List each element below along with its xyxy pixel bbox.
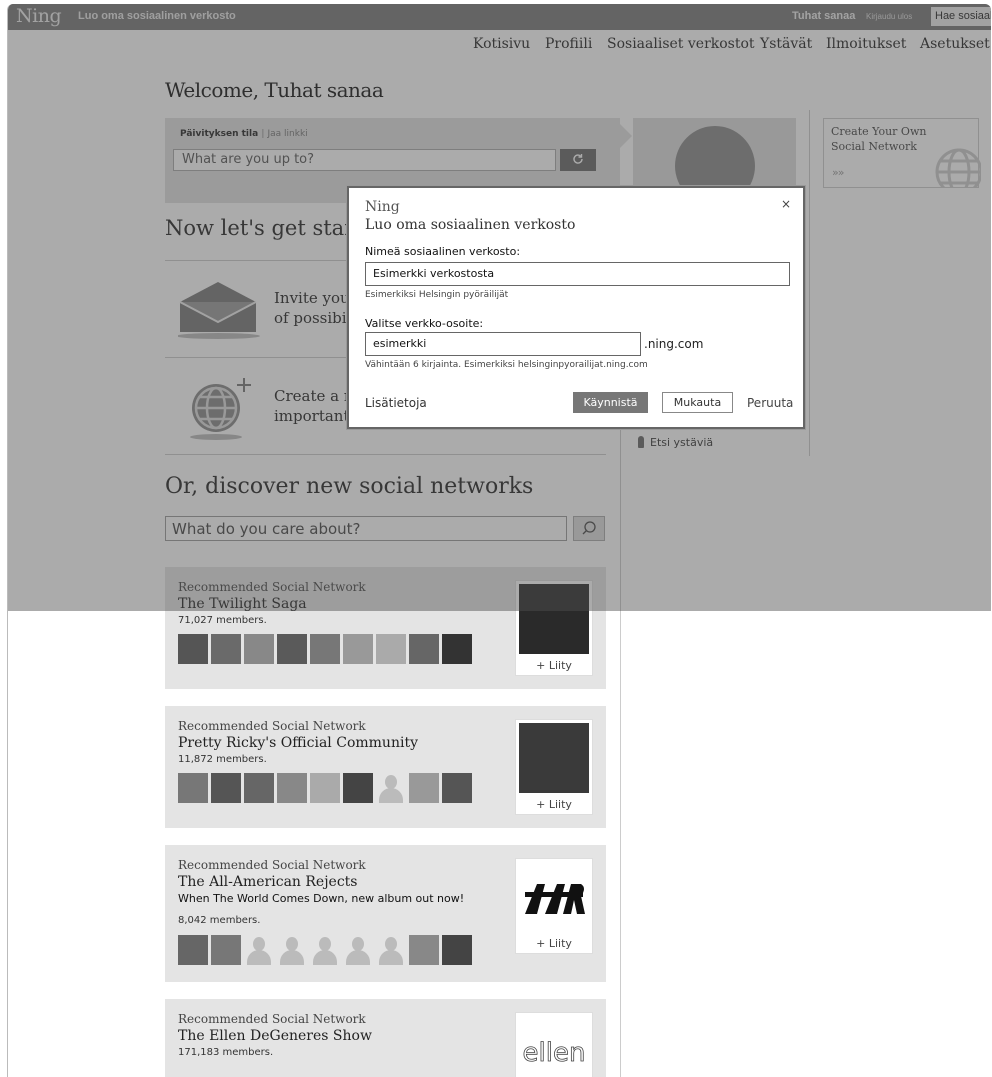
member-avatar[interactable] xyxy=(343,634,373,664)
member-count: 11,872 members. xyxy=(178,754,267,765)
browser-page: Ning Luo oma sosiaalinen verkosto Tuhat … xyxy=(7,4,991,1077)
member-avatar[interactable] xyxy=(178,634,208,664)
close-icon[interactable]: × xyxy=(781,197,791,211)
network-description: When The World Comes Down, new album out… xyxy=(178,892,465,905)
network-name[interactable]: The All-American Rejects xyxy=(178,874,357,890)
create-network-dialog: Ning Luo oma sosiaalinen verkosto × Nime… xyxy=(347,186,805,429)
member-avatar[interactable] xyxy=(376,634,406,664)
member-avatar[interactable] xyxy=(409,935,439,965)
network-name-label: Nimeä sosiaalinen verkosto: xyxy=(365,245,521,258)
member-avatar[interactable] xyxy=(178,773,208,803)
member-avatar[interactable] xyxy=(409,773,439,803)
member-avatar[interactable] xyxy=(442,634,472,664)
join-button[interactable]: + Liity xyxy=(516,937,592,950)
ellen-logo: ellen xyxy=(522,1038,586,1069)
network-url-hint: Vähintään 6 kirjainta. Esimerkiksi helsi… xyxy=(365,360,648,370)
card-kicker: Recommended Social Network xyxy=(178,858,366,872)
customize-button[interactable]: Mukauta xyxy=(662,392,733,413)
card-kicker: Recommended Social Network xyxy=(178,719,366,733)
network-card[interactable]: Recommended Social Network Pretty Ricky'… xyxy=(165,706,606,828)
network-name-input[interactable]: Esimerkki verkostosta xyxy=(365,262,790,286)
join-button[interactable]: + Liity xyxy=(516,659,592,672)
more-info-link[interactable]: Lisätietoja xyxy=(365,396,427,410)
member-thumbnails xyxy=(178,773,472,803)
member-avatar[interactable] xyxy=(277,935,307,965)
member-avatar[interactable] xyxy=(244,773,274,803)
member-avatar[interactable] xyxy=(211,634,241,664)
member-avatar[interactable] xyxy=(211,773,241,803)
network-cover[interactable]: ellen xyxy=(515,1012,593,1077)
cover-image xyxy=(519,862,589,932)
member-avatar[interactable] xyxy=(310,634,340,664)
member-count: 8,042 members. xyxy=(178,915,261,926)
member-avatar[interactable] xyxy=(310,935,340,965)
network-url-label: Valitse verkko-osoite: xyxy=(365,317,484,330)
member-avatar[interactable] xyxy=(310,773,340,803)
member-avatar[interactable] xyxy=(244,634,274,664)
band-logo xyxy=(525,884,585,914)
cancel-link[interactable]: Peruuta xyxy=(747,396,793,410)
network-url-input[interactable]: esimerkki xyxy=(365,332,641,356)
member-thumbnails xyxy=(178,634,472,664)
member-avatar[interactable] xyxy=(211,935,241,965)
join-button[interactable]: + Liity xyxy=(516,798,592,811)
url-suffix: .ning.com xyxy=(644,337,704,351)
network-cover[interactable]: + Liity xyxy=(515,858,593,954)
member-count: 71,027 members. xyxy=(178,615,267,626)
network-card[interactable]: Recommended Social Network The All-Ameri… xyxy=(165,845,606,982)
network-card[interactable]: Recommended Social Network The Ellen DeG… xyxy=(165,999,606,1077)
network-name-hint: Esimerkiksi Helsingin pyöräilijät xyxy=(365,290,509,300)
member-avatar[interactable] xyxy=(376,935,406,965)
card-kicker: Recommended Social Network xyxy=(178,1012,366,1026)
cover-image xyxy=(519,723,589,793)
svg-text:ellen: ellen xyxy=(523,1038,586,1068)
member-avatar[interactable] xyxy=(376,773,406,803)
dialog-brand: Ning xyxy=(365,199,400,215)
member-avatar[interactable] xyxy=(343,773,373,803)
network-name[interactable]: Pretty Ricky's Official Community xyxy=(178,735,418,751)
member-avatar[interactable] xyxy=(442,935,472,965)
member-avatar[interactable] xyxy=(277,773,307,803)
network-name[interactable]: The Ellen DeGeneres Show xyxy=(178,1028,372,1044)
member-thumbnails xyxy=(178,935,472,965)
member-avatar[interactable] xyxy=(277,634,307,664)
start-button[interactable]: Käynnistä xyxy=(573,392,648,413)
member-avatar[interactable] xyxy=(244,935,274,965)
network-cover[interactable]: + Liity xyxy=(515,719,593,815)
member-avatar[interactable] xyxy=(178,935,208,965)
member-avatar[interactable] xyxy=(442,773,472,803)
member-avatar[interactable] xyxy=(343,935,373,965)
dialog-title: Luo oma sosiaalinen verkosto xyxy=(365,217,576,233)
member-avatar[interactable] xyxy=(409,634,439,664)
member-count: 171,183 members. xyxy=(178,1047,274,1058)
